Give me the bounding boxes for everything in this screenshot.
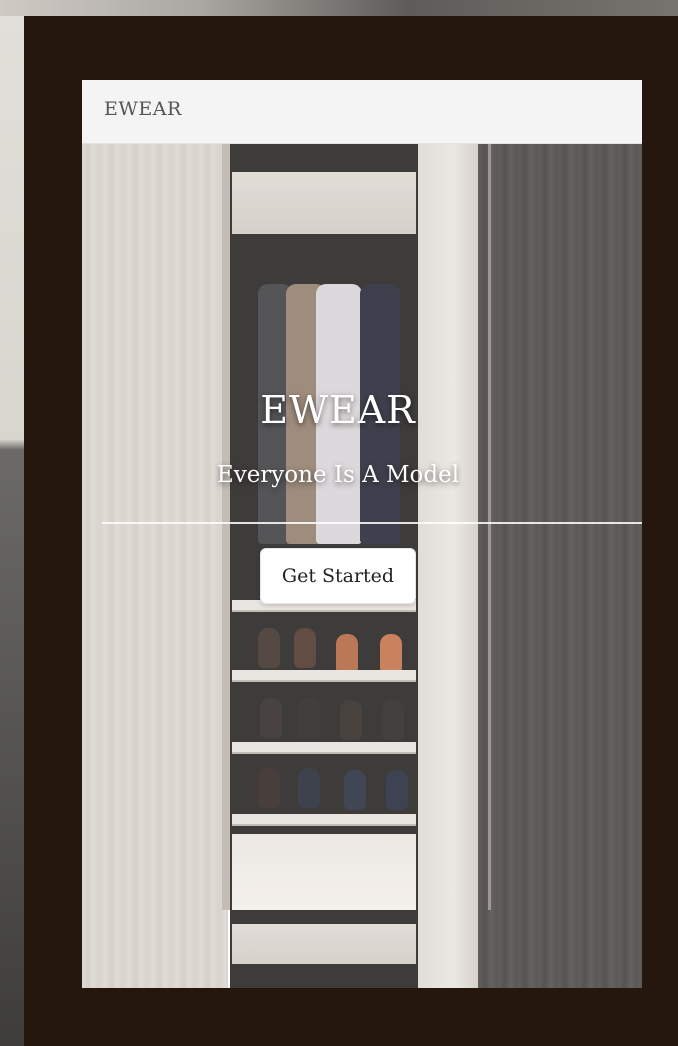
navbar: EWEAR (82, 80, 642, 144)
hero-background-repeat (82, 910, 642, 988)
page-viewport: EWEAR EWEAR Everyone Is A Model Get Star… (82, 80, 642, 988)
brand-logo-link[interactable]: EWEAR (104, 98, 182, 120)
hero-overlay (82, 910, 642, 988)
get-started-button[interactable]: Get Started (260, 548, 416, 604)
hero-divider (102, 522, 642, 524)
hero-title: EWEAR (260, 388, 416, 432)
backdrop-top-panel (0, 0, 678, 16)
hero-subtitle: Everyone Is A Model (216, 462, 460, 488)
backdrop-left-panel (0, 0, 24, 1046)
hero-content: EWEAR Everyone Is A Model Get Started (82, 144, 642, 910)
